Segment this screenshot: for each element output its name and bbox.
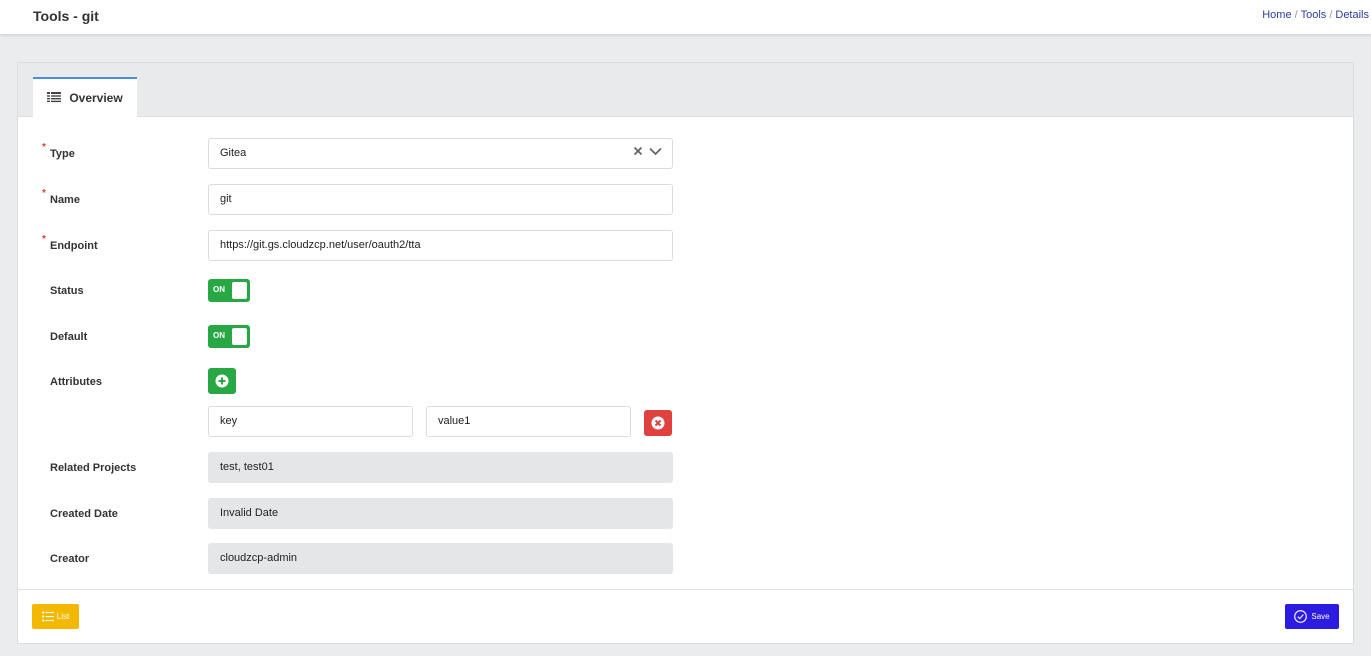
required-marker: *	[42, 188, 46, 199]
breadcrumb-separator: /	[1294, 9, 1298, 21]
tab-bar: Overview	[18, 63, 1353, 117]
attribute-key-input[interactable]: key	[208, 406, 413, 437]
creator-label: Creator	[50, 553, 90, 565]
name-label: * Name	[42, 188, 80, 206]
breadcrumb: Home / Tools / Details	[1262, 9, 1369, 21]
tab-overview[interactable]: Overview	[33, 77, 137, 117]
endpoint-input[interactable]: https://git.gs.cloudzcp.net/user/oauth2/…	[208, 230, 673, 261]
type-select-value: Gitea	[220, 147, 247, 159]
default-toggle-text: ON	[213, 331, 225, 340]
creator-row: Creator cloudzcp-admin	[18, 543, 1353, 575]
plus-circle-icon	[215, 374, 229, 388]
add-attribute-button[interactable]	[208, 368, 236, 394]
check-circle-icon	[1294, 610, 1308, 623]
related-projects-label: Related Projects	[50, 462, 137, 474]
type-select[interactable]: Gitea	[208, 138, 673, 169]
toggle-knob	[232, 328, 247, 345]
related-projects-row: Related Projects test, test01	[18, 452, 1353, 484]
related-projects-field: test, test01	[208, 452, 673, 483]
toggle-knob	[232, 282, 247, 299]
list-icon	[41, 611, 54, 622]
attribute-value-input[interactable]: value1	[426, 406, 631, 437]
default-label: Default	[50, 331, 88, 343]
breadcrumb-details[interactable]: Details	[1335, 9, 1369, 21]
required-marker: *	[42, 142, 46, 153]
endpoint-label: * Endpoint	[42, 234, 98, 252]
status-label: Status	[50, 285, 84, 297]
breadcrumb-separator: /	[1329, 9, 1333, 21]
status-toggle[interactable]: ON	[208, 279, 250, 302]
name-row: * Name git	[18, 184, 1353, 216]
clear-icon[interactable]	[633, 146, 643, 156]
top-bar: Tools - git Home / Tools / Details	[0, 0, 1371, 34]
attributes-row: Attributes	[18, 368, 1353, 400]
chevron-down-icon[interactable]	[649, 147, 662, 156]
type-label: * Type	[42, 142, 75, 160]
attributes-label: Attributes	[50, 376, 102, 388]
default-row: Default ON	[18, 325, 1353, 357]
default-toggle[interactable]: ON	[208, 325, 250, 348]
save-button-label: Save	[1311, 612, 1330, 621]
times-circle-icon	[651, 416, 665, 430]
required-marker: *	[42, 234, 46, 245]
type-row: * Type Gitea	[18, 138, 1353, 170]
select-controls	[633, 146, 662, 156]
page-title: Tools - git	[33, 8, 99, 24]
status-row: Status ON	[18, 279, 1353, 311]
creator-field: cloudzcp-admin	[208, 543, 673, 574]
endpoint-row: * Endpoint https://git.gs.cloudzcp.net/us…	[18, 230, 1353, 262]
name-input[interactable]: git	[208, 184, 673, 215]
attribute-item: key value1	[18, 406, 1353, 440]
remove-attribute-button[interactable]	[644, 410, 672, 436]
created-date-row: Created Date Invalid Date	[18, 498, 1353, 530]
breadcrumb-tools[interactable]: Tools	[1301, 9, 1327, 21]
save-button[interactable]: Save	[1285, 604, 1339, 629]
list-button-label: List	[56, 612, 70, 621]
created-date-field: Invalid Date	[208, 498, 673, 529]
detail-card: Overview * Type Gitea * Name git * Endpoint…	[17, 62, 1354, 644]
list-icon	[47, 92, 62, 103]
breadcrumb-home[interactable]: Home	[1262, 9, 1291, 21]
card-footer: List Save	[18, 589, 1353, 644]
status-toggle-text: ON	[213, 285, 225, 294]
list-button[interactable]: List	[32, 604, 79, 629]
tab-overview-label: Overview	[69, 91, 123, 105]
created-date-label: Created Date	[50, 508, 118, 520]
